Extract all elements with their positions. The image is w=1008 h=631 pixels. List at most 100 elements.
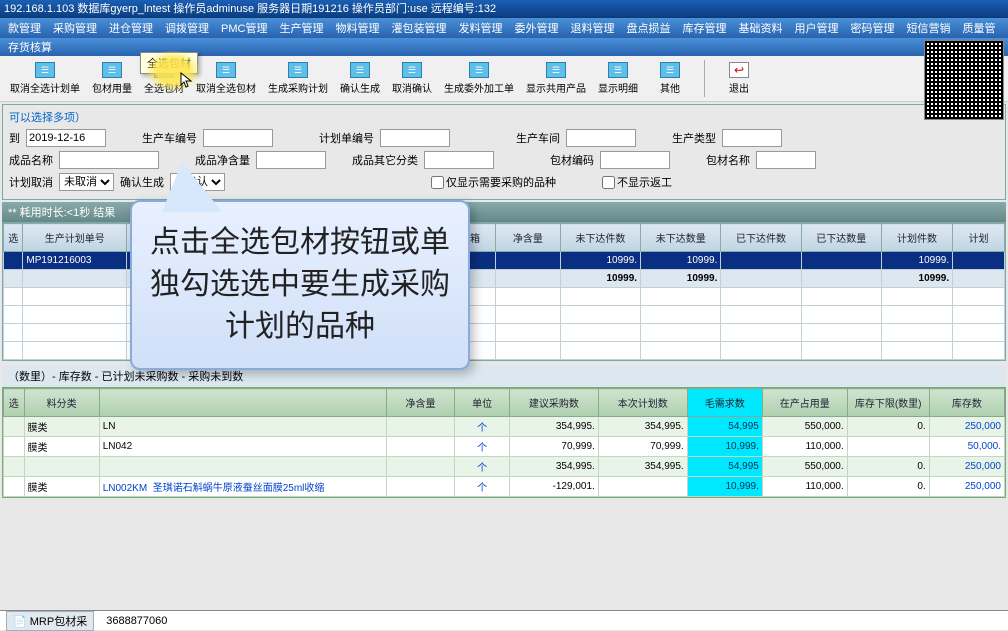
workshop-no-label: 生产车编号 [142,130,197,146]
menu-item[interactable]: 盘点损益 [620,20,676,36]
menu-item[interactable]: 采购管理 [47,20,103,36]
cancel-label: 计划取消 [9,174,53,190]
col-plan-qty[interactable]: 本次计划数 [598,389,687,417]
table-row[interactable]: 膜类LN 个 354,995.354,995. 54,995 550,000.0… [4,417,1005,437]
confirm-label: 确认生成 [120,174,164,190]
menu-item[interactable]: 存货核算 [2,39,58,55]
main-menu: 款管理 采购管理 进仓管理 调拨管理 PMC管理 生产管理 物料管理 灌包装管理… [0,18,1008,38]
workshop-input[interactable] [566,129,636,147]
col-plan-no[interactable]: 生产计划单号 [23,224,127,252]
mat-name-label: 包材名称 [706,152,750,168]
class-input[interactable] [424,151,494,169]
to-date-input[interactable] [26,129,106,147]
workshop-label: 生产车间 [516,130,560,146]
status-bar: 📄 MRP包材采 3688877060 [0,610,1008,630]
menu-item[interactable]: 质量管 [956,20,1001,36]
status-tab[interactable]: 📄 MRP包材采 [6,611,94,631]
grid-icon [660,62,680,78]
no-return-checkbox[interactable] [602,176,615,189]
col-net[interactable]: 净含量 [386,389,454,417]
col-net[interactable]: 净含量 [496,224,561,252]
grid-icon [35,62,55,78]
mat-code-input[interactable] [600,151,670,169]
menu-item[interactable]: 基础资料 [732,20,788,36]
tooltip: 全选包材 [140,52,198,74]
menu-item[interactable]: 密码管理 [844,20,900,36]
col-select[interactable]: 选 [4,389,25,417]
type-input[interactable] [722,129,782,147]
generate-outsource-button[interactable]: 生成委外加工单 [440,60,518,97]
cancel-select-all-material-button[interactable]: 取消全选包材 [192,60,260,97]
plan-no-input[interactable] [380,129,450,147]
material-usage-button[interactable]: 包材用量 [88,60,136,97]
grid-icon [216,62,236,78]
table-row[interactable]: 膜类 LN002KM 圣琪诺石斛蜗牛原液蚕丝面膜25ml收缩 个 -129,00… [4,477,1005,497]
menu-item[interactable]: 用户管理 [788,20,844,36]
only-need-label: 仅显示需要采购的品种 [446,174,556,190]
mat-code-label: 包材编码 [550,152,594,168]
table-row[interactable]: 个 354,995.354,995. 54,995 550,000.0.250,… [4,457,1005,477]
instruction-callout: 点击全选包材按钮或单独勾选选中要生成采购计划的品种 [130,200,470,370]
grid-icon [608,62,628,78]
col-stock[interactable]: 库存数 [929,389,1004,417]
grid-icon [402,62,422,78]
col-select[interactable]: 选 [4,224,23,252]
col-suggest[interactable]: 建议采购数 [509,389,598,417]
col-e[interactable]: 计划件数 [881,224,952,252]
status-number: 3688877060 [106,615,167,627]
confirm-generate-button[interactable]: 确认生成 [336,60,384,97]
table-row[interactable]: 膜类LN042 个 70,999.70,999. 10,999. 110,000… [4,437,1005,457]
plan-no-label: 计划单编号 [319,130,374,146]
cancel-select-all-plan-button[interactable]: 取消全选计划单 [6,60,84,97]
col-b[interactable]: 未下达数量 [641,224,721,252]
menu-item[interactable]: 库存管理 [676,20,732,36]
product-name-label: 成品名称 [9,152,53,168]
other-button[interactable]: 其他 [646,60,694,97]
grid-icon [350,62,370,78]
col-cls[interactable]: 料分类 [24,389,99,417]
menu-item[interactable]: 委外管理 [508,20,564,36]
col-c[interactable]: 已下达件数 [721,224,801,252]
material-grid[interactable]: 选 料分类 净含量 单位 建议采购数 本次计划数 毛需求数 在产占用量 库存下限… [2,387,1006,498]
show-detail-button[interactable]: 显示明细 [594,60,642,97]
menu-item[interactable]: 灌包装管理 [385,20,452,36]
filter-panel: 可以选择多项） 到 生产车编号 计划单编号 生产车间 生产类型 成品名称 成品净… [2,104,1006,200]
filter-hint: 可以选择多项） [9,109,999,125]
col-unit[interactable]: 单位 [455,389,510,417]
menu-item[interactable]: 款管理 [2,20,47,36]
col-a[interactable]: 未下达件数 [560,224,640,252]
col-code[interactable] [99,389,386,417]
menu-item[interactable]: 物料管理 [329,20,385,36]
cancel-select[interactable]: 未取消 [59,173,114,191]
grid-icon [288,62,308,78]
to-date-label: 到 [9,130,20,146]
col-min[interactable]: 库存下限(数里) [847,389,929,417]
grid-icon [102,62,122,78]
workshop-no-input[interactable] [203,129,273,147]
grid-icon [546,62,566,78]
menu-item[interactable]: 进仓管理 [103,20,159,36]
menu-item[interactable]: 退料管理 [564,20,620,36]
grid-icon [469,62,489,78]
menu-item[interactable]: 短信营销 [900,20,956,36]
menu-item[interactable]: 生产管理 [273,20,329,36]
class-label: 成品其它分类 [352,152,418,168]
mat-name-input[interactable] [756,151,816,169]
exit-button[interactable]: 退出 [715,60,763,97]
col-f[interactable]: 计划 [953,224,1005,252]
menu-item[interactable]: 发料管理 [452,20,508,36]
cancel-confirm-button[interactable]: 取消确认 [388,60,436,97]
exit-icon [729,62,749,78]
only-need-checkbox[interactable] [431,176,444,189]
col-wip[interactable]: 在产占用量 [762,389,847,417]
no-return-label: 不显示返工 [617,174,672,190]
product-name-input[interactable] [59,151,159,169]
type-label: 生产类型 [672,130,716,146]
menu-item[interactable]: 调拨管理 [159,20,215,36]
generate-purchase-plan-button[interactable]: 生成采购计划 [264,60,332,97]
net-input[interactable] [256,151,326,169]
col-gross[interactable]: 毛需求数 [687,389,762,417]
menu-item[interactable]: PMC管理 [215,20,273,36]
col-d[interactable]: 已下达数量 [801,224,881,252]
show-shared-button[interactable]: 显示共用产品 [522,60,590,97]
